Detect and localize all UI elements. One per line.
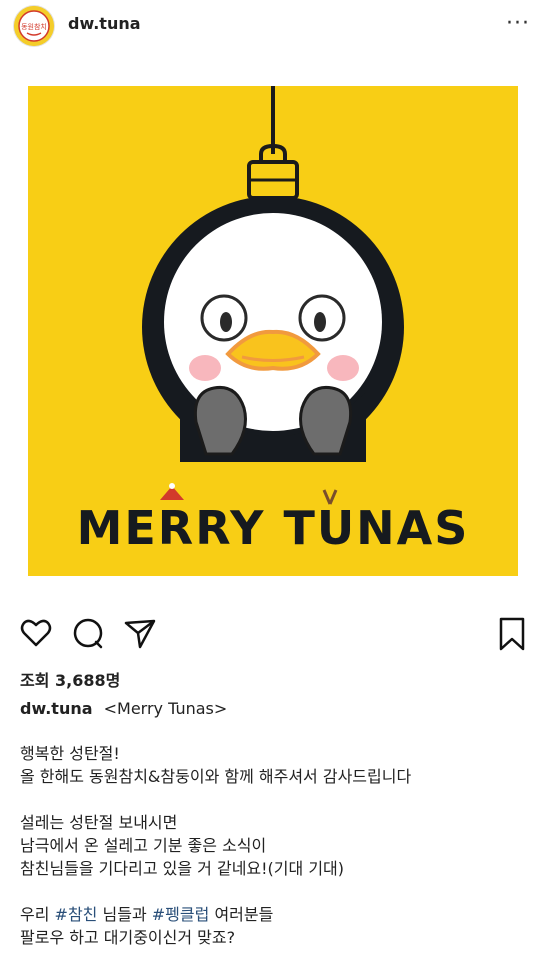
- caption-line: 참친님들을 기다리고 있을 거 같네요!(기대 기대): [20, 859, 345, 878]
- caption-line: 행복한 성탄절!: [20, 744, 120, 763]
- avatar-logo-text: 동원참치: [21, 22, 47, 31]
- caption-body: 행복한 성탄절! 올 한해도 동원참치&참둥이와 함께 해주셔서 감사드립니다 …: [20, 742, 530, 949]
- right-cheek: [327, 355, 359, 381]
- caption-text: 님들과: [102, 905, 147, 924]
- heart-icon[interactable]: [18, 615, 54, 651]
- caption-line: 남극에서 온 설레고 기분 좋은 소식이: [20, 836, 267, 855]
- comment-icon[interactable]: [70, 615, 106, 651]
- post-username[interactable]: dw.tuna: [68, 14, 141, 33]
- caption-line: 올 한해도 동원참치&참둥이와 함께 해주셔서 감사드립니다: [20, 767, 412, 786]
- action-bar: [0, 615, 546, 659]
- hashtag-link[interactable]: #펭클럽: [152, 905, 210, 924]
- caption-text: 우리: [20, 905, 50, 924]
- view-count[interactable]: 조회 3,688명: [20, 667, 120, 691]
- right-flipper: [299, 385, 353, 456]
- bookmark-icon[interactable]: [494, 615, 530, 651]
- caption-username[interactable]: dw.tuna: [20, 699, 93, 718]
- post-header: 동원참치 dw.tuna ···: [0, 0, 546, 52]
- left-flipper: [193, 385, 247, 456]
- ornament-face: [164, 213, 382, 431]
- hashtag-link[interactable]: #참친: [55, 905, 98, 924]
- caption-line: 설레는 성탄절 보내시면: [20, 813, 178, 832]
- caption-text: 여러분들: [214, 905, 274, 924]
- caption-header: dw.tuna <Merry Tunas>: [20, 699, 227, 718]
- avatar[interactable]: 동원참치: [14, 6, 54, 46]
- more-options-button[interactable]: ···: [506, 10, 530, 38]
- send-icon[interactable]: [122, 615, 158, 651]
- post-image[interactable]: MERRY TUNAS: [0, 62, 546, 602]
- caption-line: 팔로우 하고 대기중이신거 맞죠?: [20, 928, 236, 947]
- caption-line: 우리 #참친 님들과 #펭클럽 여러분들: [20, 903, 530, 926]
- post-image-title: MERRY TUNAS: [77, 501, 470, 555]
- caption-title: <Merry Tunas>: [103, 699, 228, 718]
- left-cheek: [189, 355, 221, 381]
